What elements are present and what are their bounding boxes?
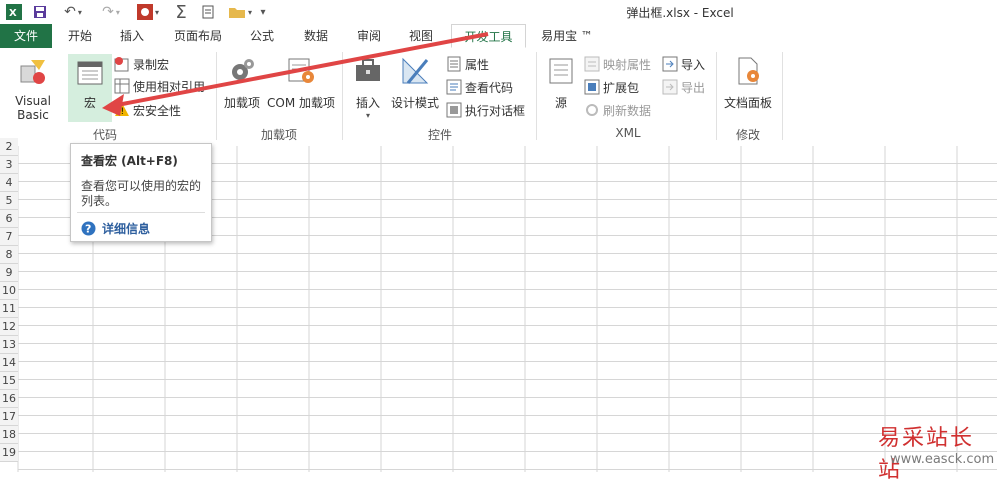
arrow-head: [102, 94, 124, 116]
arrow-shaft: [111, 32, 489, 108]
annotation-arrow: [102, 32, 489, 116]
watermark-url: www.easck.com: [890, 452, 995, 467]
